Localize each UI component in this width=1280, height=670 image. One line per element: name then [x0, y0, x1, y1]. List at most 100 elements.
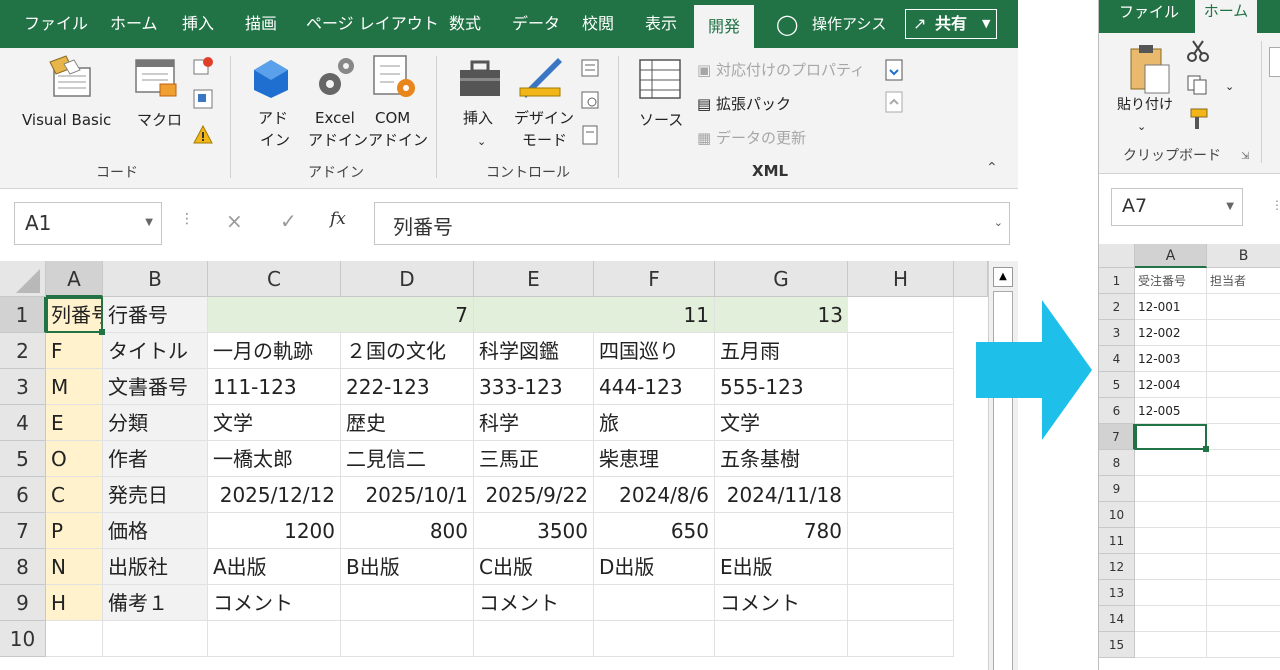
row-header-10[interactable]: 10 [0, 621, 46, 657]
xml-source-button[interactable]: ソース [639, 110, 683, 130]
row-header-2[interactable]: 2 [0, 333, 46, 369]
cell-a3[interactable]: 12-002 [1135, 320, 1207, 346]
tab-page-layout[interactable]: ページ レイアウト [306, 0, 439, 48]
cell-h9[interactable] [848, 585, 954, 621]
cell-f4[interactable]: 旅 [594, 405, 715, 441]
row-header-6[interactable]: 6 [1099, 398, 1135, 424]
row-header-7[interactable]: 7 [0, 513, 46, 549]
collapse-ribbon-icon[interactable]: ⌃ [986, 158, 998, 178]
macro-security-icon[interactable] [192, 124, 214, 146]
cell-b1[interactable]: 担当者 [1207, 268, 1280, 294]
addins-icon[interactable] [250, 58, 292, 100]
tell-me-search[interactable]: 操作アシス [812, 0, 886, 48]
cell-g8[interactable]: E出版 [715, 549, 848, 585]
select-all-corner[interactable] [0, 261, 46, 297]
fill-handle[interactable] [99, 329, 105, 335]
macro-button[interactable]: マクロ [137, 110, 182, 130]
cell-b11[interactable] [1207, 528, 1280, 554]
paste-icon[interactable] [1127, 43, 1173, 95]
cell-b15[interactable] [1207, 632, 1280, 658]
enter-icon[interactable]: ✓ [280, 209, 297, 233]
tab-formulas[interactable]: 数式 [449, 0, 481, 48]
cell-d5[interactable]: 二見信二 [341, 441, 474, 477]
cell-c9[interactable]: コメント [208, 585, 341, 621]
cell-a3[interactable]: M [46, 369, 103, 405]
cell-e10[interactable] [474, 621, 594, 657]
addins-button-line2[interactable]: イン [260, 130, 290, 150]
cell-b5[interactable]: 作者 [103, 441, 208, 477]
row-header-5[interactable]: 5 [1099, 372, 1135, 398]
com-addins-icon[interactable] [372, 54, 418, 100]
cell-f9[interactable] [594, 585, 715, 621]
cell-a8[interactable] [1135, 450, 1207, 476]
row-header-3[interactable]: 3 [1099, 320, 1135, 346]
cell-a8[interactable]: N [46, 549, 103, 585]
cell-e4[interactable]: 科学 [474, 405, 594, 441]
tab-file[interactable]: ファイル [24, 0, 88, 48]
cell-h1[interactable] [848, 297, 954, 333]
cell-a4[interactable]: E [46, 405, 103, 441]
row-header-9[interactable]: 9 [0, 585, 46, 621]
visual-basic-icon[interactable] [44, 54, 94, 100]
cell-g7[interactable]: 780 [715, 513, 848, 549]
cell-a10[interactable] [1135, 502, 1207, 528]
row-header-9[interactable]: 9 [1099, 476, 1135, 502]
cell-h2[interactable] [848, 333, 954, 369]
cell-b1[interactable]: 行番号 [103, 297, 208, 333]
column-header-f[interactable]: F [594, 261, 715, 297]
cell-e2[interactable]: 科学図鑑 [474, 333, 594, 369]
macro-icon[interactable] [134, 56, 180, 100]
cell-d10[interactable] [341, 621, 474, 657]
cell-c3[interactable]: 111-123 [208, 369, 341, 405]
tab-home[interactable]: ホーム [1195, 0, 1257, 33]
cell-f2[interactable]: 四国巡り [594, 333, 715, 369]
row-header-2[interactable]: 2 [1099, 294, 1135, 320]
tab-insert[interactable]: 挿入 [182, 0, 214, 48]
row-header-15[interactable]: 15 [1099, 632, 1135, 658]
cell-e7[interactable]: 3500 [474, 513, 594, 549]
cut-icon[interactable] [1185, 39, 1211, 63]
row-header-1[interactable]: 1 [1099, 268, 1135, 294]
cell-a15[interactable] [1135, 632, 1207, 658]
excel-addins-line1[interactable]: Excel [315, 108, 355, 128]
tab-view[interactable]: 表示 [645, 0, 677, 48]
expansion-packs-button[interactable]: ▤ 拡張パック [697, 94, 791, 114]
cell-c6[interactable]: 2025/12/12 [208, 477, 341, 513]
insert-control-toolbox-icon[interactable] [458, 58, 504, 100]
column-header-h[interactable]: H [848, 261, 954, 297]
formula-input[interactable]: 列番号 ⌄ [374, 202, 1010, 245]
cell-d4[interactable]: 歴史 [341, 405, 474, 441]
cell-e6[interactable]: 2025/9/22 [474, 477, 594, 513]
cell-b8[interactable] [1207, 450, 1280, 476]
cell-e3[interactable]: 333-123 [474, 369, 594, 405]
column-header-a[interactable]: A [1135, 244, 1207, 268]
cell-g4[interactable]: 文学 [715, 405, 848, 441]
cell-b10[interactable] [103, 621, 208, 657]
font-box-edge[interactable] [1269, 47, 1280, 77]
addins-button-line1[interactable]: アド [258, 108, 288, 128]
cell-b9[interactable] [1207, 476, 1280, 502]
column-header-d[interactable]: D [341, 261, 474, 297]
row-header-1[interactable]: 1 [0, 297, 46, 333]
cell-g9[interactable]: コメント [715, 585, 848, 621]
xml-source-icon[interactable] [638, 58, 684, 102]
design-mode-line2[interactable]: モード [522, 130, 567, 150]
share-button[interactable]: ↗ 共有 ▼ [905, 9, 997, 39]
row-header-4[interactable]: 4 [1099, 346, 1135, 372]
format-painter-icon[interactable] [1185, 107, 1211, 133]
cell-e8[interactable]: C出版 [474, 549, 594, 585]
cell-a9[interactable]: H [46, 585, 103, 621]
column-header-e[interactable]: E [474, 261, 594, 297]
cell-c5[interactable]: 一橋太郎 [208, 441, 341, 477]
cell-h7[interactable] [848, 513, 954, 549]
cell-a4[interactable]: 12-003 [1135, 346, 1207, 372]
run-dialog-icon[interactable] [580, 124, 602, 146]
row-header-8[interactable]: 8 [0, 549, 46, 585]
tab-developer[interactable]: 開発 [694, 5, 754, 48]
column-header-a[interactable]: A [46, 261, 103, 297]
column-header-g[interactable]: G [715, 261, 848, 297]
com-addins-line2[interactable]: アドイン [368, 130, 428, 150]
cell-g1[interactable]: 13 [715, 297, 848, 333]
cell-f6[interactable]: 2024/8/6 [594, 477, 715, 513]
row-header-13[interactable]: 13 [1099, 580, 1135, 606]
